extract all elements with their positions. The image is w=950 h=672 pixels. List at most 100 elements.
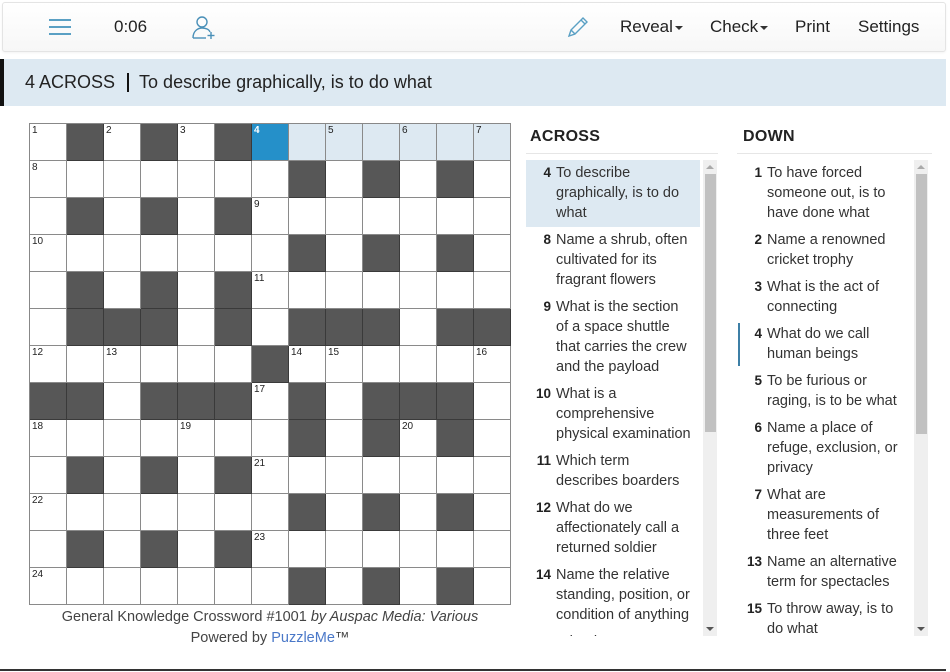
grid-cell[interactable]	[104, 568, 141, 605]
grid-cell[interactable]	[363, 531, 400, 568]
down-clue-item[interactable]: 7 What are measurements of three feet	[737, 482, 911, 549]
pencil-button[interactable]	[566, 3, 590, 51]
grid-cell[interactable]	[474, 161, 511, 198]
grid-cell[interactable]	[363, 272, 400, 309]
grid-cell[interactable]: 20	[400, 420, 437, 457]
grid-cell[interactable]: 19	[178, 420, 215, 457]
grid-cell[interactable]	[363, 198, 400, 235]
grid-cell[interactable]	[178, 235, 215, 272]
across-clue-item[interactable]: 10 What is a comprehensive physical exami…	[526, 381, 700, 448]
down-clue-item[interactable]: 6 Name a place of refuge, exclusion, or p…	[737, 415, 911, 482]
grid-cell[interactable]	[326, 457, 363, 494]
grid-cell[interactable]	[141, 420, 178, 457]
grid-cell[interactable]	[326, 420, 363, 457]
grid-cell[interactable]	[67, 568, 104, 605]
grid-cell[interactable]	[252, 494, 289, 531]
grid-cell[interactable]	[104, 235, 141, 272]
grid-cell[interactable]	[104, 531, 141, 568]
grid-cell[interactable]	[437, 457, 474, 494]
check-menu[interactable]: Check	[710, 3, 769, 51]
timer[interactable]: 0:06	[114, 3, 147, 51]
grid-cell[interactable]	[289, 531, 326, 568]
grid-cell[interactable]	[400, 235, 437, 272]
grid-cell[interactable]	[326, 161, 363, 198]
grid-cell[interactable]	[437, 272, 474, 309]
grid-cell[interactable]: 17	[252, 383, 289, 420]
grid-cell[interactable]	[400, 568, 437, 605]
grid-cell[interactable]	[400, 346, 437, 383]
grid-cell[interactable]	[67, 420, 104, 457]
grid-cell[interactable]	[104, 198, 141, 235]
grid-cell[interactable]	[178, 272, 215, 309]
down-clue-item[interactable]: 13 Name an alternative term for spectacle…	[737, 549, 911, 596]
grid-cell[interactable]	[30, 457, 67, 494]
grid-cell[interactable]: 8	[30, 161, 67, 198]
puzzleme-link[interactable]: PuzzleMe	[271, 630, 335, 646]
scroll-down-icon[interactable]	[706, 627, 714, 631]
grid-cell[interactable]	[400, 161, 437, 198]
grid-cell[interactable]	[104, 383, 141, 420]
grid-cell[interactable]	[289, 457, 326, 494]
grid-cell[interactable]	[30, 198, 67, 235]
grid-cell[interactable]: 1	[30, 124, 67, 161]
grid-cell[interactable]	[178, 531, 215, 568]
grid-cell[interactable]	[474, 272, 511, 309]
grid-cell[interactable]: 7	[474, 124, 511, 161]
grid-cell[interactable]	[67, 161, 104, 198]
down-clue-item[interactable]: 3 What is the act of connecting	[737, 274, 911, 321]
grid-cell[interactable]: 24	[30, 568, 67, 605]
down-clue-item[interactable]: 5 To be furious or raging, is to be what	[737, 368, 911, 415]
grid-cell[interactable]	[215, 235, 252, 272]
grid-cell[interactable]	[215, 346, 252, 383]
grid-cell[interactable]: 15	[326, 346, 363, 383]
grid-cell[interactable]	[474, 494, 511, 531]
across-scrollbar[interactable]	[703, 160, 717, 636]
grid-cell[interactable]	[437, 198, 474, 235]
grid-cell[interactable]	[252, 568, 289, 605]
grid-cell[interactable]	[437, 346, 474, 383]
grid-cell[interactable]	[437, 124, 474, 161]
grid-cell[interactable]	[474, 457, 511, 494]
grid-cell[interactable]	[141, 494, 178, 531]
crossword-grid[interactable]: 1 2 3 4 5 6 7 8 9 10 11 12 13 14 15 16 17 18 19 20 21 22 23 24	[29, 123, 511, 605]
grid-cell[interactable]	[252, 161, 289, 198]
grid-cell[interactable]: 21	[252, 457, 289, 494]
grid-cell[interactable]	[67, 235, 104, 272]
grid-cell[interactable]: 12	[30, 346, 67, 383]
down-clue-item[interactable]: 1 To have forced someone out, is to have …	[737, 160, 911, 227]
grid-cell[interactable]: 4	[252, 124, 289, 161]
across-clue-item[interactable]: 8 Name a shrub, often cultivated for its …	[526, 227, 700, 294]
down-clue-list[interactable]: 1 To have forced someone out, is to have …	[737, 160, 911, 636]
grid-cell[interactable]	[104, 272, 141, 309]
grid-cell[interactable]	[252, 235, 289, 272]
grid-cell[interactable]	[104, 494, 141, 531]
grid-cell[interactable]	[178, 346, 215, 383]
grid-cell[interactable]	[474, 235, 511, 272]
grid-cell[interactable]	[289, 124, 326, 161]
grid-cell[interactable]	[141, 161, 178, 198]
across-scrollbar-thumb[interactable]	[705, 174, 716, 432]
across-clue-list[interactable]: 4 To describe graphically, is to do what 8…	[526, 160, 700, 636]
grid-cell[interactable]	[178, 309, 215, 346]
down-scrollbar[interactable]	[914, 160, 928, 636]
grid-cell[interactable]	[67, 346, 104, 383]
grid-cell[interactable]	[400, 494, 437, 531]
down-clue-item[interactable]: 4 What do we call human beings	[737, 321, 911, 368]
down-scrollbar-thumb[interactable]	[916, 174, 927, 434]
grid-cell[interactable]	[400, 198, 437, 235]
print-button[interactable]: Print	[795, 3, 830, 51]
across-clue-item[interactable]: 12 What do we affectionately call a retur…	[526, 495, 700, 562]
scroll-up-icon[interactable]	[706, 165, 714, 169]
grid-cell[interactable]: 11	[252, 272, 289, 309]
across-clue-item[interactable]: 9 What is the section of a space shuttle …	[526, 294, 700, 381]
down-clue-item[interactable]: 15 To throw away, is to do what	[737, 596, 911, 636]
grid-cell[interactable]	[215, 494, 252, 531]
grid-cell[interactable]	[363, 457, 400, 494]
grid-cell[interactable]	[104, 457, 141, 494]
grid-cell[interactable]: 9	[252, 198, 289, 235]
across-clue-item[interactable]: 11 Which term describes boarders	[526, 448, 700, 495]
grid-cell[interactable]	[30, 531, 67, 568]
grid-cell[interactable]: 16	[474, 346, 511, 383]
grid-cell[interactable]	[474, 568, 511, 605]
grid-cell[interactable]	[326, 383, 363, 420]
